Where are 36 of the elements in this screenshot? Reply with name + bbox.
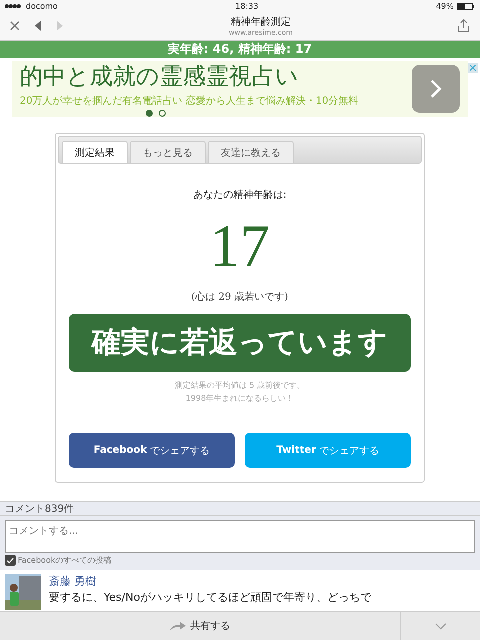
comment-text: 要するに、Yes/Noがハッキリしてるほど頑固で年寄り、どっちで	[49, 590, 372, 605]
comment-count: コメント839件	[5, 502, 74, 516]
comment-field[interactable]: コメントする...	[5, 520, 475, 553]
age-difference: (心は 29 歳若いです)	[192, 290, 288, 304]
tab[interactable]: 測定結果	[62, 141, 128, 163]
tab[interactable]: 友達に教える	[208, 141, 294, 163]
tab[interactable]: もっと見る	[130, 141, 206, 163]
note-text: 1998年生まれになるらしい！	[186, 393, 294, 404]
intro-text: あなたの精神年齢は:	[193, 188, 287, 202]
chevron-down-icon	[434, 622, 446, 630]
share-arrow-icon	[170, 621, 186, 631]
comment-author[interactable]: 斎藤 勇樹	[49, 574, 372, 589]
next-button[interactable]	[412, 65, 460, 113]
ad-banner[interactable]: 的中と成就の霊感霊視占い 20万人が幸せを掴んだ有名電話占い 恋愛から人生まで悩み解決・10分無料	[12, 61, 468, 117]
close-icon[interactable]	[10, 21, 20, 31]
share-button[interactable]: Facebook でシェアする	[69, 433, 235, 468]
ad-close-button[interactable]	[468, 63, 478, 73]
checkbox-label: Facebookのすべての投稿	[18, 555, 112, 566]
signal-icon	[5, 4, 23, 8]
clock-time: 18:33	[236, 2, 259, 10]
page-dot[interactable]	[159, 110, 166, 117]
ad-text: 20万人が幸せを掴んだ有名電話占い 恋愛から人生まで悩み解決・10分無料	[20, 94, 360, 108]
carrier-name: docomo	[26, 2, 58, 10]
share-icon[interactable]	[458, 19, 470, 33]
verdict-banner: 確実に若返っています	[69, 314, 411, 372]
battery-icon	[456, 2, 475, 10]
battery-percent: 49%	[436, 2, 454, 10]
checkbox[interactable]	[5, 555, 16, 566]
back-icon[interactable]	[34, 21, 42, 31]
page-dot[interactable]	[146, 110, 153, 117]
page-title: 精神年齢測定	[231, 16, 291, 29]
chevron-icon	[430, 79, 442, 99]
ad-title: 的中と成就の霊感霊視占い	[20, 63, 300, 92]
mental-age: 17	[210, 216, 270, 276]
age-headline: 実年齢: 46, 精神年齢: 17	[0, 41, 480, 58]
note-text: 測定結果の平均値は 5 歳前後です。	[174, 380, 306, 391]
